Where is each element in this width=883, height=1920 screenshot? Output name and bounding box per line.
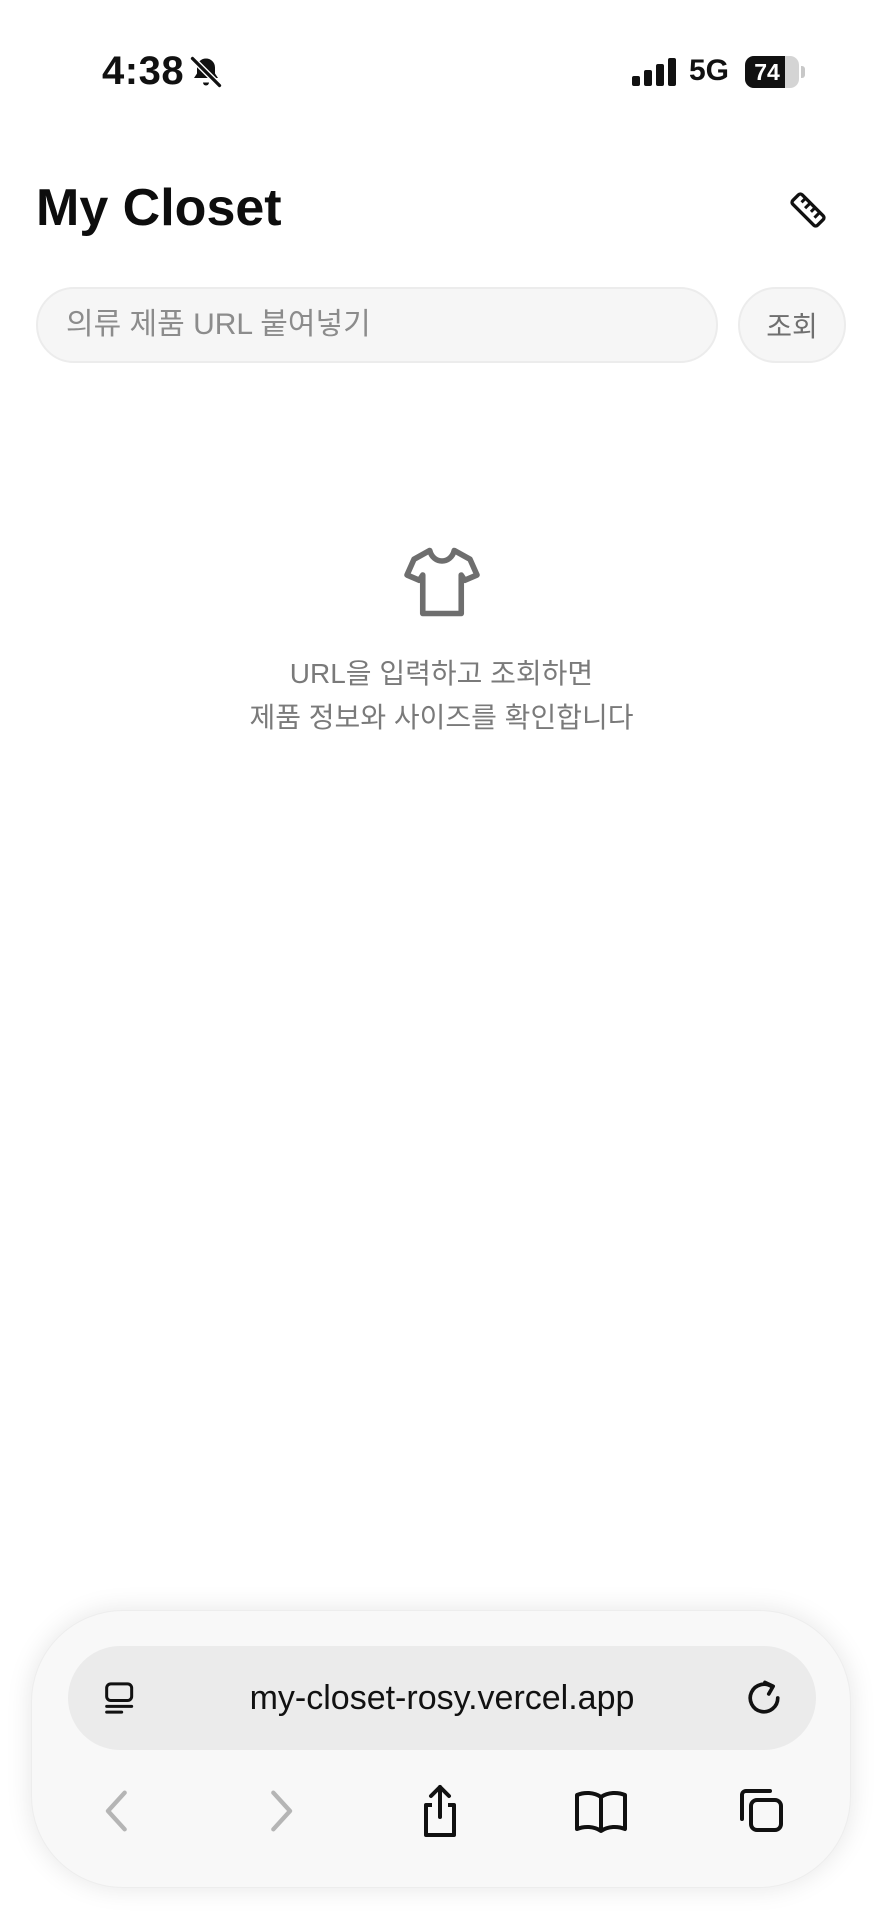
- empty-state: URL을 입력하고 조회하면 제품 정보와 사이즈를 확인합니다: [0, 540, 883, 740]
- share-button[interactable]: [408, 1779, 472, 1843]
- size-guide-button[interactable]: [778, 180, 838, 240]
- ruler-icon: [790, 192, 826, 228]
- reader-mode-icon[interactable]: [100, 1678, 140, 1718]
- lookup-button[interactable]: 조회: [738, 287, 846, 363]
- network-type: 5G: [689, 54, 730, 87]
- product-url-input[interactable]: [36, 287, 718, 363]
- battery-icon: 74: [745, 56, 805, 88]
- app-page: 4:38 5G 74 My Closet 의류 제품 URL 붙여넣기 조회 U…: [0, 0, 883, 1920]
- address-bar[interactable]: my-closet-rosy.vercel.app: [68, 1646, 816, 1750]
- forward-button[interactable]: [248, 1779, 312, 1843]
- back-button[interactable]: [86, 1779, 150, 1843]
- page-title: My Closet: [36, 179, 282, 237]
- battery-shell: 74: [745, 56, 799, 88]
- bookmarks-icon: [575, 1790, 627, 1833]
- reload-icon[interactable]: [742, 1676, 786, 1720]
- battery-tip: [801, 66, 805, 78]
- share-icon: [424, 1785, 456, 1837]
- forward-icon: [271, 1790, 293, 1832]
- tshirt-icon: [403, 547, 480, 617]
- bell-slash-icon: [190, 56, 222, 88]
- tabs-icon: [740, 1789, 783, 1832]
- status-bar: 4:38 5G 74: [0, 0, 883, 145]
- back-icon: [105, 1790, 127, 1832]
- battery-level: 74: [754, 59, 780, 85]
- empty-state-line-1: URL을 입력하고 조회하면: [289, 658, 594, 689]
- browser-toolbar: my-closet-rosy.vercel.app: [31, 1610, 851, 1888]
- status-time: 4:38: [102, 49, 185, 93]
- signal-bars-icon: [632, 58, 676, 86]
- address-url[interactable]: my-closet-rosy.vercel.app: [158, 1646, 726, 1750]
- empty-state-line-2: 제품 정보와 사이즈를 확인합니다: [249, 702, 634, 733]
- tabs-button[interactable]: [730, 1779, 794, 1843]
- bookmarks-button[interactable]: [569, 1779, 633, 1843]
